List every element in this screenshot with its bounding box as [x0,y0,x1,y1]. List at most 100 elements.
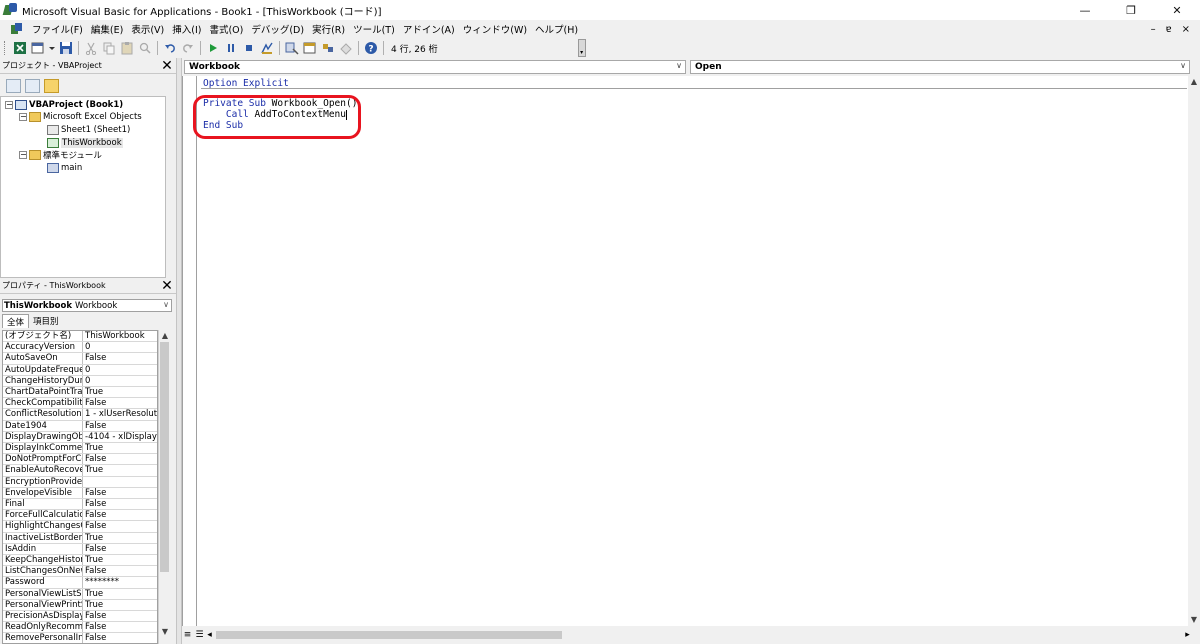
properties-window-icon[interactable] [302,40,318,56]
undo-icon[interactable] [162,40,178,56]
properties-pane-close-icon[interactable]: ✕ [160,278,174,294]
procedure-view-icon[interactable]: ≡ [182,629,193,641]
property-value[interactable]: False [83,421,157,431]
chevron-down-icon[interactable] [48,40,56,56]
property-row[interactable]: RemovePersonalInf False [3,633,157,643]
property-value[interactable]: False [83,510,157,520]
project-pane-close-icon[interactable]: ✕ [160,58,174,74]
property-value[interactable]: ThisWorkbook [83,331,157,341]
tree-item-excel-objects[interactable]: − Microsoft Excel Objects [19,111,142,123]
property-row[interactable]: Date1904 False [3,420,157,432]
view-object-icon[interactable] [25,79,40,93]
property-value[interactable]: False [83,521,157,531]
property-value[interactable]: ******** [83,577,157,587]
property-row[interactable]: PersonalViewPrintS True [3,599,157,611]
property-value[interactable] [83,477,157,487]
menu-tools[interactable]: ツール(T) [349,22,399,36]
break-icon[interactable] [223,40,239,56]
property-value[interactable]: 0 [83,342,157,352]
redo-icon[interactable] [180,40,196,56]
vba-menu-icon[interactable] [10,22,24,36]
view-excel-icon[interactable] [12,40,28,56]
collapse-icon[interactable]: − [5,101,13,109]
property-value[interactable]: 0 [83,376,157,386]
tree-item-main[interactable]: main [47,162,82,174]
tab-alphabetic[interactable]: 全体 [2,314,30,328]
toolbar-options-button[interactable]: ▾ [577,39,586,57]
menu-insert[interactable]: 挿入(I) [168,22,205,36]
menu-edit[interactable]: 編集(E) [87,22,127,36]
minimize-button[interactable]: — [1062,0,1108,20]
tree-item-thisworkbook[interactable]: ThisWorkbook [47,137,123,149]
property-row[interactable]: ForceFullCalculatio False [3,510,157,522]
menu-debug[interactable]: デバッグ(D) [247,22,308,36]
restore-button[interactable]: ❐ [1108,0,1154,20]
toolbar-grip[interactable] [4,41,7,55]
menu-run[interactable]: 実行(R) [308,22,349,36]
menu-format[interactable]: 書式(O) [205,22,247,36]
properties-object-select[interactable]: ThisWorkbook Workbook ∨ [2,299,172,312]
property-value[interactable]: False [83,488,157,498]
copy-icon[interactable] [101,40,117,56]
reset-icon[interactable] [241,40,257,56]
view-code-icon[interactable] [6,79,21,93]
tree-item-sheet1[interactable]: Sheet1 (Sheet1) [47,124,130,136]
property-value[interactable]: False [83,566,157,576]
property-row[interactable]: PersonalViewListSe True [3,588,157,600]
code-vertical-scrollbar[interactable]: ▲ ▼ [1188,76,1200,626]
design-mode-icon[interactable] [259,40,275,56]
child-minimize-button[interactable]: – [1151,24,1156,35]
property-value[interactable]: True [83,465,157,475]
property-value[interactable]: False [83,633,157,643]
property-value[interactable]: False [83,611,157,621]
paste-icon[interactable] [119,40,135,56]
scroll-up-icon[interactable]: ▲ [159,330,171,342]
code-editor[interactable]: Option Explicit Private Sub Workbook_Ope… [182,76,1188,626]
property-value[interactable]: True [83,533,157,543]
find-icon[interactable] [137,40,153,56]
property-value[interactable]: True [83,555,157,565]
insert-userform-icon[interactable] [30,40,46,56]
property-value[interactable]: False [83,544,157,554]
property-row[interactable]: IsAddin False [3,543,157,555]
chevron-down-icon[interactable]: ∨ [163,300,169,309]
object-browser-icon[interactable] [320,40,336,56]
property-value[interactable]: True [83,600,157,610]
menu-help[interactable]: ヘルプ(H) [531,22,582,36]
procedure-combo[interactable]: Open ∨ [690,60,1190,74]
property-row[interactable]: EnableAutoRecover True [3,465,157,477]
property-row[interactable]: ListChangesOnNew False [3,566,157,578]
property-value[interactable]: False [83,622,157,632]
property-row[interactable]: DisplayInkComment True [3,443,157,455]
collapse-icon[interactable]: − [19,113,27,121]
property-row[interactable]: Final False [3,499,157,511]
property-row[interactable]: DoNotPromptForCo False [3,454,157,466]
object-combo[interactable]: Workbook ∨ [184,60,686,74]
property-row[interactable]: ChartDataPointTrac True [3,387,157,399]
scroll-up-icon[interactable]: ▲ [1188,76,1200,88]
menu-view[interactable]: 表示(V) [127,22,168,36]
property-row[interactable]: ConflictResolution 1 - xlUserResolut [3,409,157,421]
save-icon[interactable] [58,40,74,56]
toolbox-icon[interactable] [338,40,354,56]
property-value[interactable]: 0 [83,365,157,375]
property-row[interactable]: CheckCompatibility False [3,398,157,410]
property-row[interactable]: EncryptionProvider [3,476,157,488]
menu-addins[interactable]: アドイン(A) [399,22,459,36]
property-row[interactable]: KeepChangeHistory True [3,555,157,567]
property-row[interactable]: AutoUpdateFrequer 0 [3,364,157,376]
property-row[interactable]: Password ******** [3,577,157,589]
property-value[interactable]: False [83,499,157,509]
property-value[interactable]: False [83,454,157,464]
property-value[interactable]: False [83,353,157,363]
property-row[interactable]: AutoSaveOn False [3,353,157,365]
property-row[interactable]: HighlightChangesOr False [3,521,157,533]
scroll-left-icon[interactable]: ◂ [204,629,215,641]
code-margin-indicator-bar[interactable] [183,76,197,626]
property-value[interactable]: True [83,443,157,453]
project-explorer-icon[interactable] [284,40,300,56]
scroll-right-icon[interactable]: ▸ [1182,629,1193,641]
property-value[interactable]: True [83,589,157,599]
child-close-button[interactable]: × [1182,24,1190,35]
property-row[interactable]: ChangeHistoryDura 0 [3,375,157,387]
